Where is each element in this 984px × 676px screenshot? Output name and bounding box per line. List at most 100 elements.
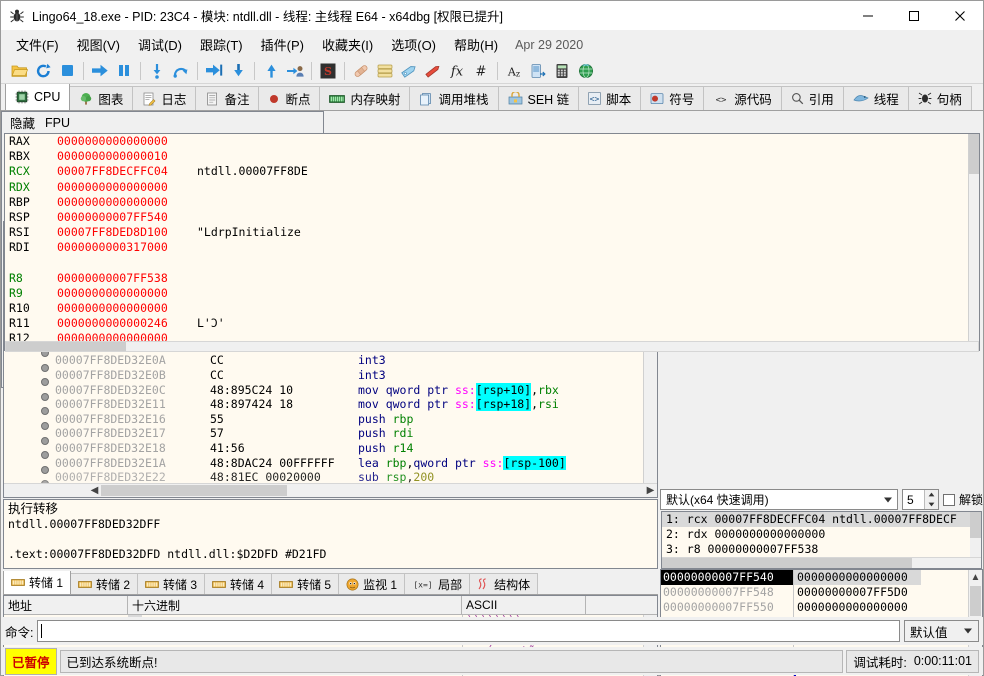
step-into-icon[interactable] (146, 60, 168, 82)
register-name[interactable]: RSI (9, 225, 57, 240)
tab-script[interactable]: <> 脚本 (578, 86, 641, 110)
stepper-up-icon[interactable] (925, 490, 938, 500)
argument-row[interactable]: 1: rcx 00007FF8DECFFC04 ntdll.00007FF8DE… (662, 512, 981, 527)
stepper-down-icon[interactable] (925, 500, 938, 510)
dump-tab-1[interactable]: 转储 1 (3, 571, 71, 594)
stack-value[interactable]: 0000000000000000 (793, 600, 921, 615)
register-name[interactable]: R8 (9, 271, 57, 286)
chevron-down-icon[interactable] (964, 629, 972, 634)
register-name[interactable]: RBP (9, 195, 57, 210)
disasm-row[interactable]: 00007FF8DED32E17 57 push rdi (4, 426, 657, 441)
register-value[interactable]: 0000000000317000 (57, 240, 197, 255)
minimize-button[interactable] (845, 1, 891, 31)
run-to-user-code-icon[interactable] (260, 60, 282, 82)
open-file-icon[interactable] (8, 60, 30, 82)
assemble-icon[interactable]: Az (503, 60, 525, 82)
scroll-up-icon[interactable]: ▲ (969, 570, 982, 584)
register-name[interactable]: RBX (9, 149, 57, 164)
dump-header-hex[interactable]: 十六进制 (128, 596, 462, 615)
register-name[interactable]: RSP (9, 210, 57, 225)
dump-column-headers[interactable]: 地址 十六进制 ASCII (4, 596, 657, 615)
tab-threads[interactable]: 线程 (843, 86, 909, 110)
tab-notes[interactable]: 备注 (195, 86, 259, 110)
register-name[interactable]: RCX (9, 164, 57, 179)
command-mode-select[interactable]: 默认值 (904, 620, 979, 642)
menu-trace[interactable]: 跟踪(T) (191, 31, 252, 58)
scrollbar-thumb[interactable] (6, 342, 126, 351)
register-value[interactable]: 0000000000000010 (57, 149, 197, 164)
registers-vertical-scrollbar[interactable] (968, 134, 979, 350)
dump-tab-5[interactable]: 转储 5 (271, 573, 339, 594)
menu-help[interactable]: 帮助(H) (445, 31, 507, 58)
register-name[interactable]: RAX (9, 134, 57, 149)
menu-plugins[interactable]: 插件(P) (252, 31, 313, 58)
register-value[interactable]: 0000000000000000 (57, 301, 197, 316)
breakpoint-dot-icon[interactable] (41, 393, 49, 401)
tab-graph[interactable]: 图表 (69, 86, 133, 110)
tab-log[interactable]: 日志 (132, 86, 196, 110)
tab-symbols[interactable]: 符号 (640, 86, 704, 110)
tab-references[interactable]: 引用 (781, 86, 844, 110)
stack-value[interactable]: 00000000007FF5D0 (793, 585, 921, 600)
registers-horizontal-scrollbar[interactable] (5, 341, 979, 352)
disasm-row[interactable]: 00007FF8DED32E0B CC int3 (4, 368, 657, 383)
tab-handles[interactable]: 句柄 (908, 86, 972, 110)
dump-tab-struct[interactable]: 结构体 (469, 573, 538, 594)
breakpoint-dot-icon[interactable] (41, 364, 49, 372)
tab-call-stack[interactable]: 调用堆栈 (409, 86, 498, 110)
register-name[interactable]: R11 (9, 316, 57, 331)
disasm-row[interactable]: 00007FF8DED32E18 41:56 push r14 (4, 441, 657, 456)
close-button[interactable] (937, 1, 983, 31)
disasm-row[interactable]: 00007FF8DED32E11 48:897424 18 mov qword … (4, 397, 657, 412)
scrollbar-thumb[interactable] (101, 485, 287, 496)
scroll-right-icon[interactable]: ▶ (644, 485, 657, 496)
pause-icon[interactable] (113, 60, 135, 82)
checkbox-box[interactable] (943, 494, 955, 506)
scrollbar-thumb[interactable] (662, 558, 912, 568)
breakpoint-dot-icon[interactable] (41, 437, 49, 445)
arguments-panel[interactable]: 1: rcx 00007FF8DECFFC04 ntdll.00007FF8DE… (661, 511, 982, 569)
tab-memory-map[interactable]: 内存映射 (319, 86, 410, 110)
register-value[interactable]: 0000000000000000 (57, 134, 197, 149)
arguments-horizontal-scrollbar[interactable] (662, 557, 981, 568)
tab-breakpoints[interactable]: 断点 (258, 86, 320, 110)
attach-process-icon[interactable] (284, 60, 306, 82)
command-input[interactable] (37, 620, 900, 642)
unlock-checkbox[interactable]: 解锁 (943, 491, 983, 508)
register-value[interactable]: 00007FF8DECFFC04 (57, 164, 197, 179)
disasm-row-clipped[interactable]: 00007FF8DED32E22 48:81EC 00020000 sub rs… (4, 470, 657, 483)
menu-favourites[interactable]: 收藏夹(I) (313, 31, 382, 58)
menu-debug[interactable]: 调试(D) (129, 31, 191, 58)
register-value[interactable]: 00000000007FF540 (57, 210, 197, 225)
register-name[interactable]: RDX (9, 180, 57, 195)
tab-cpu[interactable]: CPU (5, 84, 70, 110)
calculator-icon[interactable] (551, 60, 573, 82)
register-value[interactable]: 0000000000000000 (57, 180, 197, 195)
browser-icon[interactable] (575, 60, 597, 82)
argument-row[interactable]: 3: r8 00000000007FF538 (662, 542, 981, 557)
disasm-row[interactable]: 00007FF8DED32E0A CC int3 (4, 353, 657, 368)
breakpoint-dot-icon[interactable] (41, 422, 49, 430)
stack-row-current[interactable]: 00000000007FF540 0000000000000000 (661, 570, 982, 585)
disasm-row[interactable]: 00007FF8DED32E16 55 push rbp (4, 412, 657, 427)
dump-header-ascii[interactable]: ASCII (462, 596, 586, 615)
disassembly-horizontal-scrollbar[interactable]: ◀ ▶ (4, 483, 657, 497)
stop-icon[interactable] (56, 60, 78, 82)
execute-till-return-icon[interactable] (203, 60, 225, 82)
dump-tab-4[interactable]: 转储 4 (204, 573, 272, 594)
dump-tab-2[interactable]: 转储 2 (70, 573, 138, 594)
log-icon[interactable] (374, 60, 396, 82)
dump-header-address[interactable]: 地址 (4, 596, 128, 615)
register-value[interactable]: 0000000000000000 (57, 286, 197, 301)
tab-seh[interactable]: SEH 链 (498, 86, 580, 110)
menu-view[interactable]: 视图(V) (68, 31, 129, 58)
register-name[interactable]: R10 (9, 301, 57, 316)
disasm-row[interactable]: 00007FF8DED32E1A 48:8DAC24 00FFFFFF lea … (4, 456, 657, 471)
stack-row[interactable]: 00000000007FF548 00000000007FF5D0 (661, 585, 982, 600)
chevron-down-icon[interactable] (884, 497, 892, 502)
stack-row[interactable]: 00000000007FF550 0000000000000000 (661, 600, 982, 615)
scrollbar-thumb[interactable] (970, 586, 981, 616)
disasm-row[interactable]: 00007FF8DED32E0C 48:895C24 10 mov qword … (4, 383, 657, 398)
scylla-icon[interactable]: S (317, 60, 339, 82)
menu-file[interactable]: 文件(F) (7, 31, 68, 58)
